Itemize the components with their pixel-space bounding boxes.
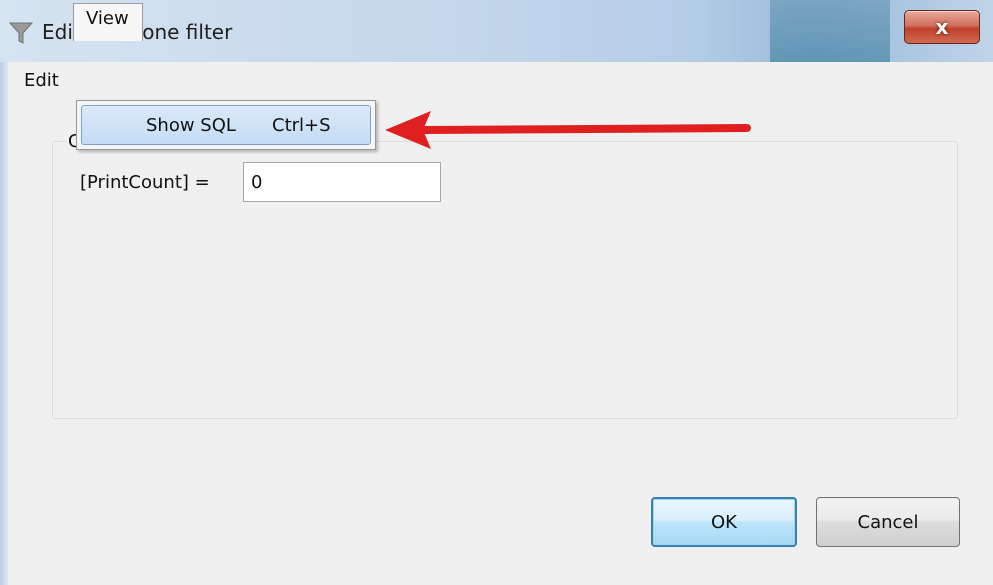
menu-bar: Edit [8,62,993,100]
printcount-input[interactable] [243,162,441,202]
dialog-window: Edit level-one filter x Edit View C [Pri… [0,0,993,585]
red-arrow-icon [385,111,751,149]
title-bar-glass [770,0,890,62]
show-sql-label: Show SQL [146,115,236,136]
filter-funnel-icon [8,22,34,44]
view-dropdown-menu: Show SQL Ctrl+S [76,100,376,150]
cancel-button[interactable]: Cancel [816,497,960,547]
menu-view[interactable]: View [86,8,129,29]
close-button[interactable]: x [904,10,980,44]
menu-edit[interactable]: Edit [24,70,59,91]
menu-view-tab[interactable]: View [73,3,143,41]
menu-item-show-sql[interactable]: Show SQL Ctrl+S [81,105,371,145]
ok-button[interactable]: OK [651,497,797,547]
printcount-label: [PrintCount] = [80,172,210,193]
cancel-button-label: Cancel [857,511,919,533]
show-sql-shortcut: Ctrl+S [272,115,331,136]
close-icon: x [935,15,949,39]
window-frame-left [0,62,8,585]
ok-button-label: OK [711,511,737,533]
title-bar: Edit level-one filter x [0,0,993,63]
